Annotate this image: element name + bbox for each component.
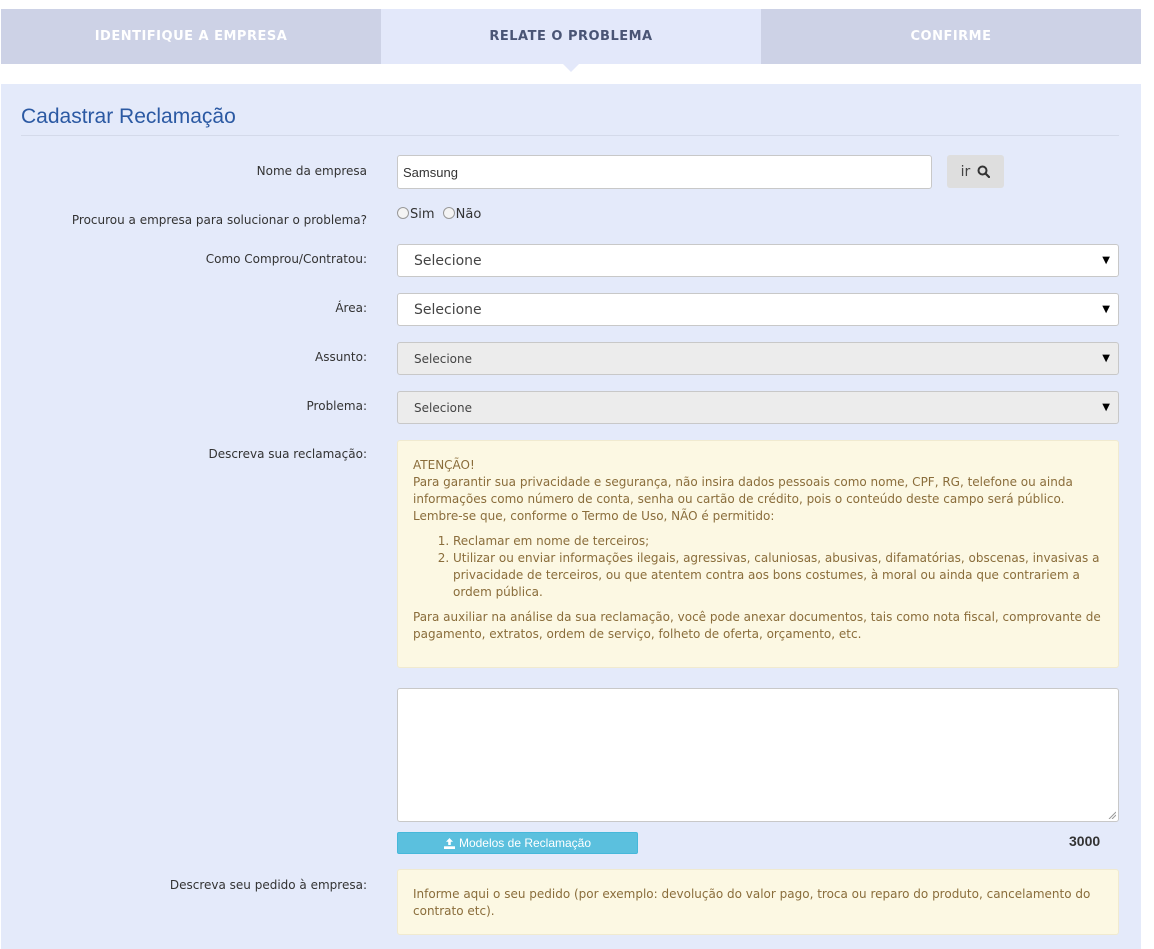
step-confirm[interactable]: CONFIRME	[761, 9, 1141, 64]
char-counter: 3000	[1069, 833, 1101, 849]
rules-list: Reclamar em nome de terceiros; Utilizar …	[413, 533, 1103, 601]
radio-no-label[interactable]: Não	[456, 207, 482, 222]
contacted-radio-group: Sim Não	[397, 207, 481, 222]
notice-text: Para garantir sua privacidade e seguranç…	[413, 475, 1073, 523]
complaint-textarea[interactable]	[397, 688, 1119, 822]
company-name-label: Nome da empresa	[256, 164, 367, 178]
area-label: Área:	[335, 301, 367, 315]
area-select[interactable]: Selecione ▼	[397, 293, 1119, 326]
caret-down-icon: ▼	[1102, 353, 1110, 364]
notice-footer: Para auxiliar na análise da sua reclamaç…	[413, 610, 1101, 641]
problem-select[interactable]: Selecione ▼	[397, 391, 1119, 424]
complaint-label: Descreva sua reclamação:	[208, 447, 367, 461]
caret-down-icon: ▼	[1102, 402, 1110, 413]
go-button[interactable]: ir	[947, 155, 1004, 188]
complaint-models-label: Modelos de Reclamação	[458, 836, 592, 850]
resize-handle-icon[interactable]	[1108, 811, 1116, 819]
caret-down-icon: ▼	[1102, 304, 1110, 315]
search-icon	[977, 165, 991, 178]
caret-down-icon: ▼	[1102, 255, 1110, 266]
complaint-models-button[interactable]: Modelos de Reclamação	[397, 832, 638, 854]
subject-select[interactable]: Selecione ▼	[397, 342, 1119, 375]
request-label: Descreva seu pedido à empresa:	[169, 878, 367, 892]
request-notice-text: Informe aqui o seu pedido (por exemplo: …	[413, 887, 1091, 918]
page-title: Cadastrar Reclamação	[21, 105, 236, 128]
how-bought-select[interactable]: Selecione ▼	[397, 244, 1119, 277]
request-notice: Informe aqui o seu pedido (por exemplo: …	[397, 869, 1119, 935]
company-name-input[interactable]: Samsung	[397, 155, 932, 189]
title-divider	[21, 135, 1119, 136]
radio-no[interactable]	[442, 207, 455, 219]
how-bought-label: Como Comprou/Contratou:	[205, 252, 367, 266]
subject-selected: Selecione	[414, 351, 472, 366]
rule-item: Reclamar em nome de terceiros;	[453, 533, 1103, 550]
step-report-problem[interactable]: RELATE O PROBLEMA	[381, 9, 761, 72]
radio-yes[interactable]	[397, 207, 409, 219]
contacted-label: Procurou a empresa para solucionar o pro…	[71, 213, 367, 227]
progress-steps: IDENTIFIQUE A EMPRESA RELATE O PROBLEMA …	[1, 9, 1141, 72]
how-bought-selected: Selecione	[414, 252, 482, 269]
upload-icon	[443, 837, 455, 849]
problem-selected: Selecione	[414, 400, 472, 415]
area-selected: Selecione	[414, 301, 482, 318]
go-button-label: ir	[960, 163, 971, 180]
subject-label: Assunto:	[314, 350, 367, 364]
problem-label: Problema:	[306, 399, 367, 413]
privacy-notice: ATENÇÃO! Para garantir sua privacidade e…	[397, 440, 1119, 668]
rule-item: Utilizar ou enviar informações ilegais, …	[453, 550, 1103, 601]
company-name-value: Samsung	[403, 164, 458, 180]
step-identify-company[interactable]: IDENTIFIQUE A EMPRESA	[1, 9, 381, 64]
radio-yes-label[interactable]: Sim	[410, 207, 435, 222]
notice-title: ATENÇÃO!	[413, 458, 475, 472]
